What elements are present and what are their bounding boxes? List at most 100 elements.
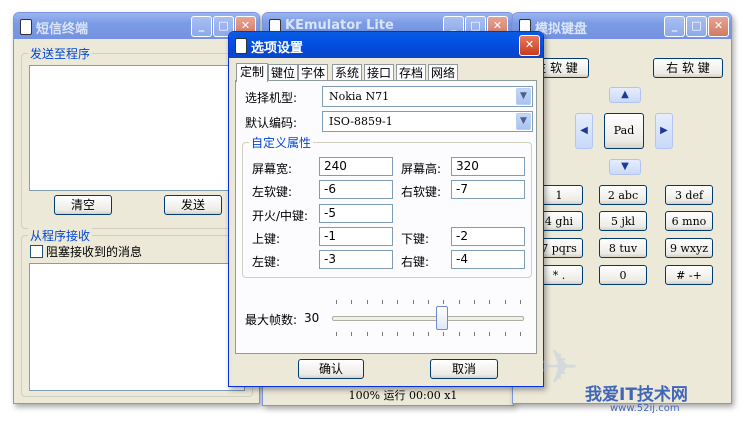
sms-terminal-window: 短信终端 _ □ ✕ 发送至程序 清空 发送 从程序接收 阻塞接收到的消息 [13,12,260,404]
close-icon[interactable]: ✕ [519,35,540,56]
left-soft-label: 左软键: [252,185,293,199]
left-key-field[interactable]: -3 [319,250,393,269]
key-hash[interactable]: # -+ [665,265,713,285]
watermark-url: www.52ij.com [610,403,680,414]
slider-tick [459,332,460,336]
minimize-icon[interactable]: _ [664,16,685,37]
right-soft-label: 右软键: [401,185,442,199]
maximize-icon[interactable]: □ [686,16,707,37]
slider-ticks [332,296,524,340]
slider-tick [520,332,521,336]
up-field[interactable]: -1 [319,227,393,246]
slider-tick [443,300,444,304]
slider-tick [474,300,475,304]
model-value: Nokia N71 [329,90,390,103]
minimize-icon[interactable]: _ [191,16,212,37]
cancel-button[interactable]: 取消 [430,359,498,379]
slider-tick [489,332,490,336]
screen-height-label: 屏幕高: [401,162,442,176]
screen-width-field[interactable]: 240 [319,157,393,176]
key-5[interactable]: 5 jkl [599,211,647,231]
slider-tick [520,300,521,304]
left-soft-field[interactable]: -6 [319,180,393,199]
keyboard-title-bar[interactable]: 模拟键盘 _ □ ✕ [513,13,731,39]
slider-tick [397,332,398,336]
options-title-bar[interactable]: 选项设置 ✕ [229,32,543,58]
ok-button[interactable]: 确认 [298,359,364,379]
tab-system[interactable]: 系统 [332,64,362,81]
block-checkbox[interactable] [30,245,43,258]
right-arrow-icon[interactable]: ▶ [655,113,673,149]
watermark-logo: ✈ [540,340,579,394]
tab-interface[interactable]: 接口 [364,64,394,81]
clear-button[interactable]: 清空 [54,195,112,215]
down-arrow-icon[interactable]: ▼ [609,159,641,175]
right-soft-field[interactable]: -7 [451,180,525,199]
slider-tick [367,332,368,336]
slider-tick [413,332,414,336]
screen-height-field[interactable]: 320 [451,157,525,176]
model-select[interactable]: Nokia N71 ▼ [322,86,533,107]
tab-save[interactable]: 存档 [396,64,426,81]
slider-tick [336,300,337,304]
phone-icon [235,38,247,54]
slider-tick [413,300,414,304]
close-icon[interactable]: ✕ [708,16,729,37]
slider-tick [489,300,490,304]
encoding-select[interactable]: ISO-8859-1 ▼ [322,111,533,132]
model-label: 选择机型: [245,91,298,105]
phone-icon [20,19,32,35]
right-soft-key[interactable]: 右 软 键 [653,58,723,78]
slider-tick [428,332,429,336]
key-2[interactable]: 2 abc [599,185,647,205]
key-9[interactable]: 9 wxyz [665,238,713,258]
slider-tick [382,332,383,336]
slider-tick [505,332,506,336]
watermark-text: 我爱IT技术网 [585,385,688,405]
right-key-label: 右键: [401,255,430,269]
tab-custom[interactable]: 定制 [236,63,268,82]
right-key-field[interactable]: -4 [451,250,525,269]
encoding-label: 默认编码: [245,116,298,130]
tab-keys[interactable]: 键位 [268,64,298,81]
screen-width-label: 屏幕宽: [252,162,293,176]
down-label: 下键: [401,232,430,246]
tab-font[interactable]: 字体 [298,64,328,81]
slider-tick [428,300,429,304]
slider-thumb[interactable] [436,306,448,330]
fire-field[interactable]: -5 [319,204,393,223]
slider-tick [459,300,460,304]
tab-network[interactable]: 网络 [428,64,458,81]
slider-tick [382,300,383,304]
slider-tick [474,332,475,336]
fps-slider[interactable] [332,296,524,340]
sms-title: 短信终端 [36,22,89,37]
key-8[interactable]: 8 tuv [599,238,647,258]
slider-tick [397,300,398,304]
send-group-label: 发送至程序 [28,45,93,62]
receive-textarea[interactable] [29,263,245,391]
chevron-down-icon: ▼ [516,113,531,130]
send-button[interactable]: 发送 [164,195,222,215]
send-textarea[interactable] [29,65,245,191]
left-arrow-icon[interactable]: ◀ [575,113,593,149]
up-label: 上键: [252,232,281,246]
key-6[interactable]: 6 mno [665,211,713,231]
custom-properties-label: 自定义属性 [249,134,314,151]
slider-tick [336,332,337,336]
slider-tick [351,332,352,336]
up-arrow-icon[interactable]: ▲ [609,87,641,103]
key-0[interactable]: 0 [599,265,647,285]
sms-title-bar[interactable]: 短信终端 _ □ ✕ [14,13,259,39]
slider-tick [367,300,368,304]
status-bar: 100% 运行 00:00 x1 [263,386,513,405]
encoding-value: ISO-8859-1 [329,115,393,128]
fire-label: 开火/中键: [252,209,309,223]
left-key-label: 左键: [252,255,281,269]
key-3[interactable]: 3 def [665,185,713,205]
chevron-down-icon: ▼ [516,88,531,105]
down-field[interactable]: -2 [451,227,525,246]
pad-key[interactable]: Pad [604,113,644,149]
receive-group-label: 从程序接收 [28,227,93,244]
block-checkbox-label: 阻塞接收到的消息 [46,245,143,259]
